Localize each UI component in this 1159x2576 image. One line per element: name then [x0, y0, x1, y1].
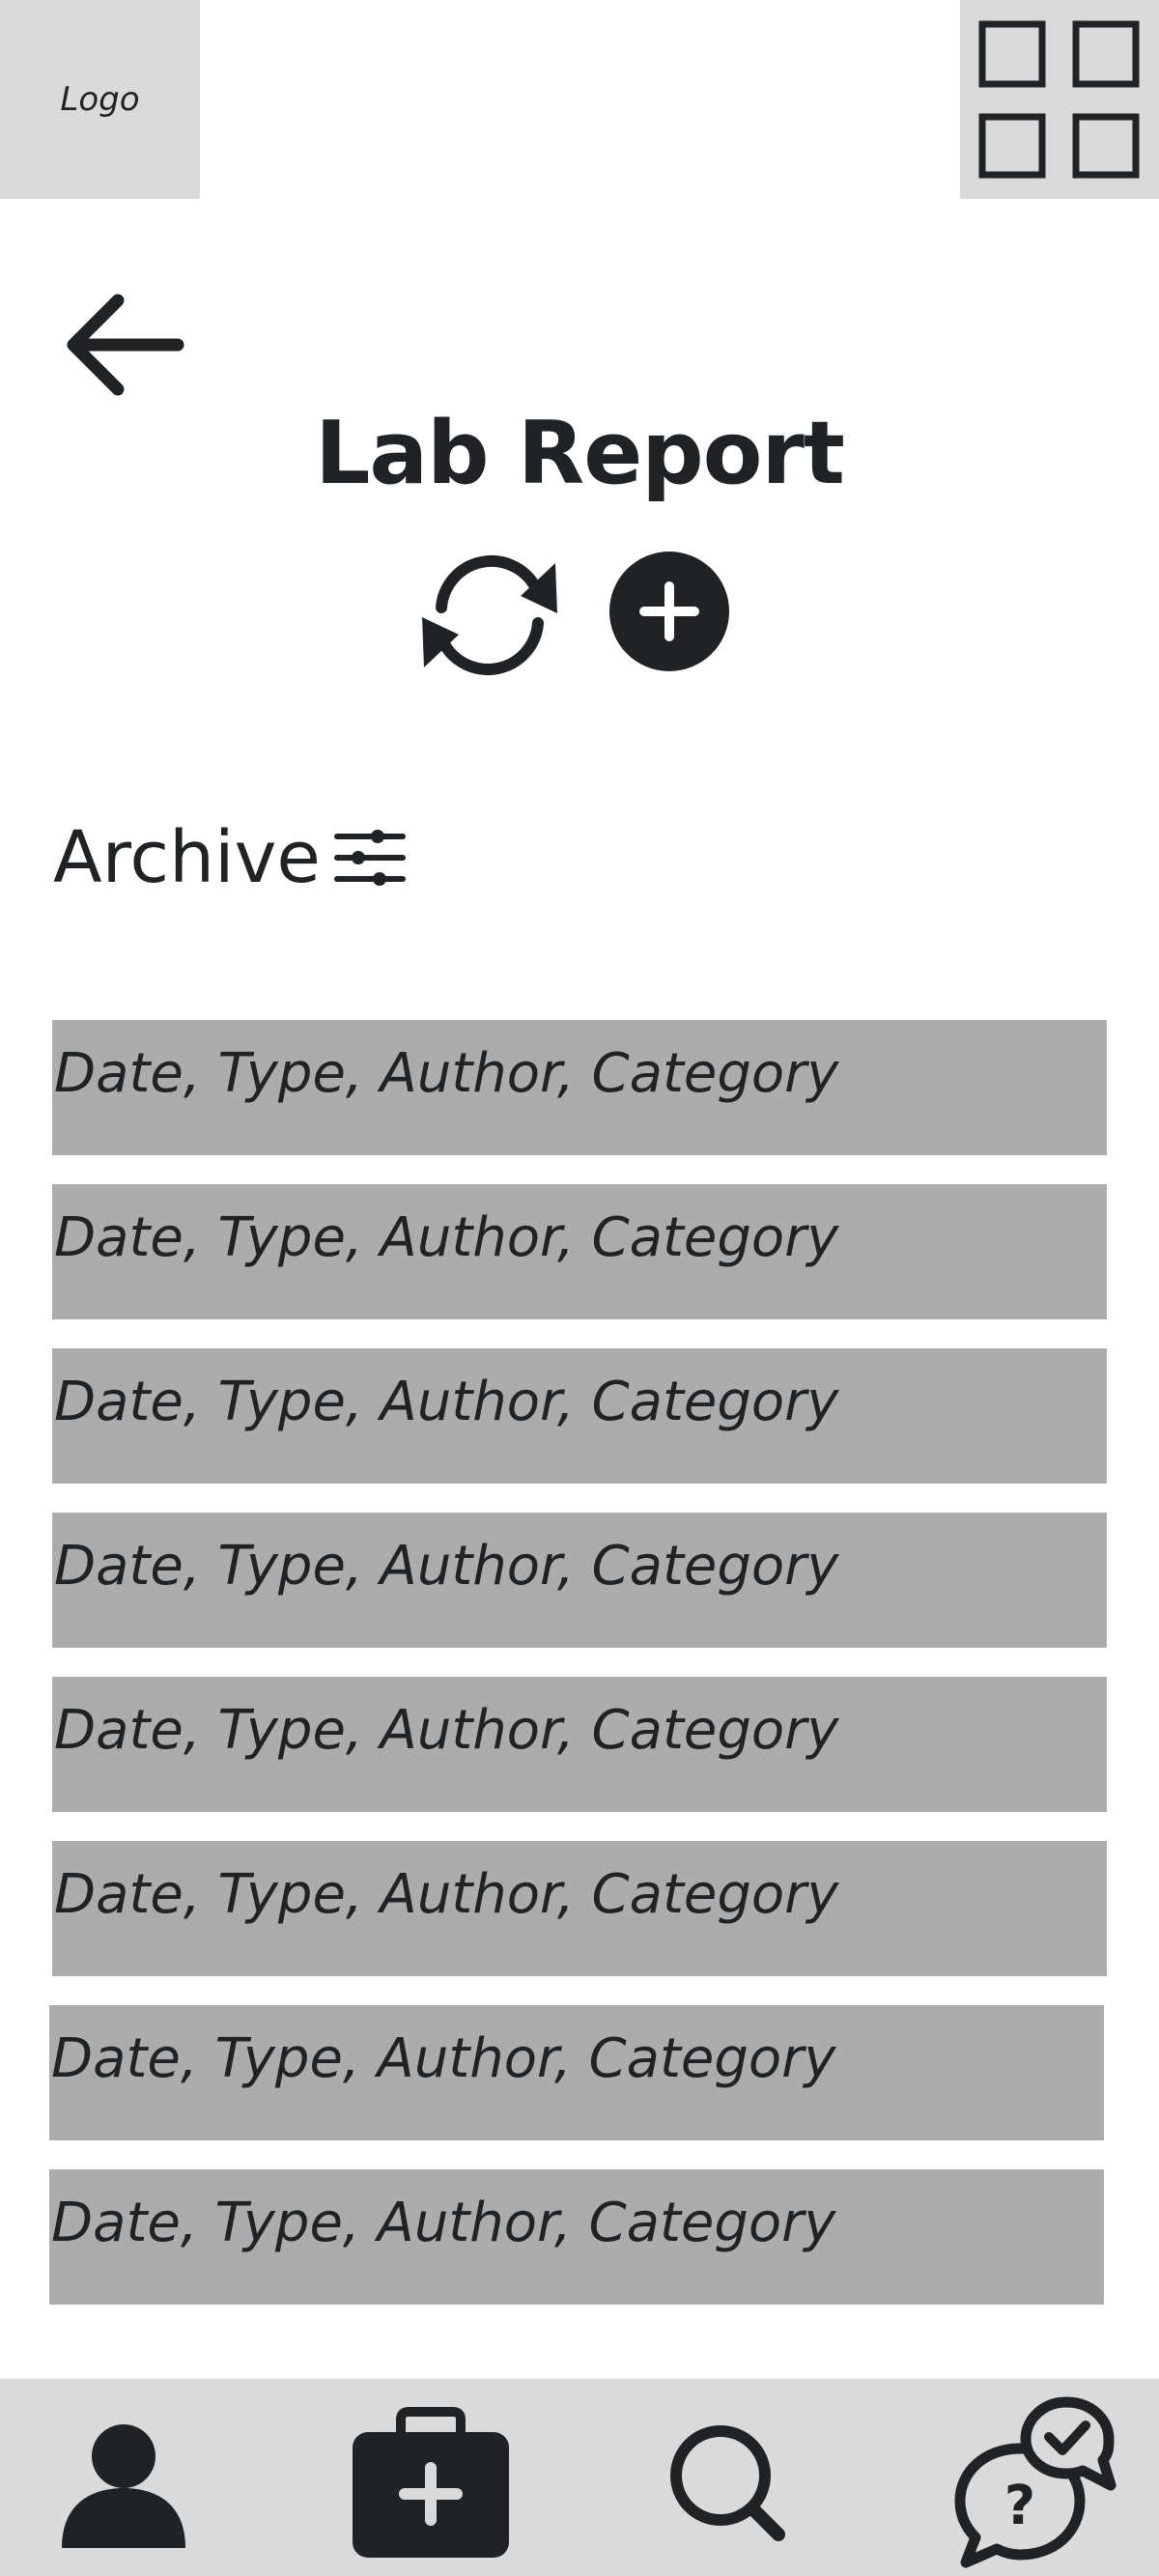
archive-row[interactable]: Date, Type, Author, Category	[52, 1677, 1107, 1812]
archive-row-text: Date, Type, Author, Category	[54, 1042, 839, 1105]
back-button[interactable]	[60, 285, 185, 406]
archive-row-text: Date, Type, Author, Category	[54, 1371, 839, 1433]
add-report-button[interactable]	[608, 550, 731, 673]
archive-row[interactable]: Date, Type, Author, Category	[49, 2169, 1104, 2305]
search-icon	[670, 2425, 785, 2541]
archive-row[interactable]: Date, Type, Author, Category	[52, 1184, 1107, 1319]
archive-row[interactable]: Date, Type, Author, Category	[49, 2005, 1104, 2140]
archive-row-text: Date, Type, Author, Category	[54, 1863, 839, 1926]
sliders-icon	[334, 830, 406, 886]
nav-profile-button[interactable]	[26, 2379, 219, 2576]
page-title: Lab Report	[315, 403, 845, 504]
archive-row[interactable]: Date, Type, Author, Category	[52, 1020, 1107, 1155]
logo-text: Logo	[60, 80, 140, 119]
refresh-icon	[422, 554, 557, 676]
archive-row[interactable]: Date, Type, Author, Category	[52, 1513, 1107, 1648]
nav-medical-button[interactable]	[327, 2379, 521, 2576]
archive-row-text: Date, Type, Author, Category	[51, 2192, 836, 2254]
plus-circle-icon	[609, 552, 729, 671]
apps-menu-button[interactable]	[960, 0, 1159, 199]
bottom-nav: ?	[0, 2379, 1159, 2576]
archive-heading: Archive	[53, 816, 321, 899]
filter-button[interactable]	[333, 823, 407, 892]
archive-row-text: Date, Type, Author, Category	[54, 1699, 839, 1762]
nav-search-button[interactable]	[628, 2379, 821, 2576]
refresh-button[interactable]	[412, 538, 567, 693]
chat-question-icon: ?	[954, 2396, 1117, 2568]
archive-row[interactable]: Date, Type, Author, Category	[52, 1841, 1107, 1976]
grid-icon	[978, 20, 1140, 179]
svg-text:?: ?	[1004, 2475, 1035, 2537]
medical-kit-icon	[353, 2407, 509, 2558]
archive-row[interactable]: Date, Type, Author, Category	[52, 1348, 1107, 1484]
logo[interactable]: Logo	[0, 0, 200, 199]
person-icon	[62, 2424, 185, 2548]
archive-row-text: Date, Type, Author, Category	[51, 2027, 836, 2090]
archive-row-text: Date, Type, Author, Category	[54, 1535, 839, 1598]
arrow-left-icon	[67, 294, 184, 396]
archive-row-text: Date, Type, Author, Category	[54, 1206, 839, 1269]
nav-support-button[interactable]: ?	[947, 2379, 1140, 2576]
